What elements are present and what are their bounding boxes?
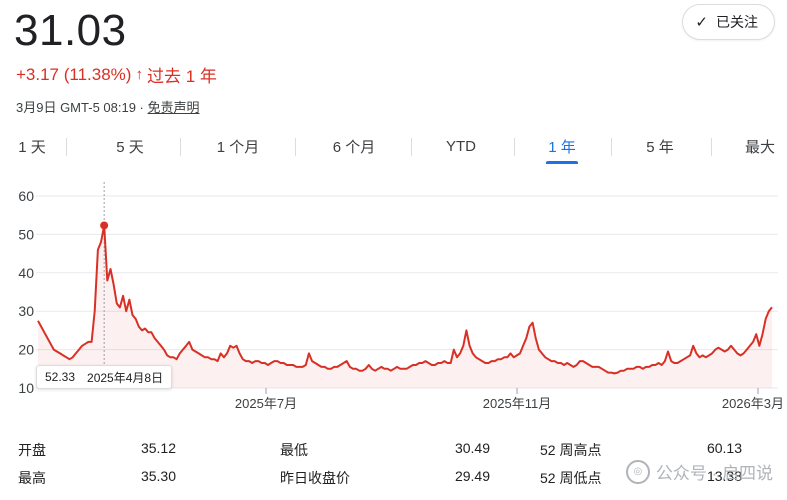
change-period: 过去 1 年 bbox=[146, 67, 217, 86]
stat-52w-high-label: 52 周高点 bbox=[540, 442, 602, 458]
tooltip-value: 52.33 bbox=[45, 370, 76, 384]
tooltip-date: 2025年4月8日 bbox=[87, 370, 164, 385]
x-tick-label: 2025年11月 bbox=[483, 396, 551, 411]
tab-divider bbox=[611, 138, 612, 156]
y-tick-label: 30 bbox=[18, 303, 34, 319]
stat-prev-close-label: 昨日收盘价 bbox=[280, 470, 350, 486]
disclaimer-link[interactable]: 免责声明 bbox=[148, 100, 200, 115]
y-axis: 60 50 40 30 20 10 bbox=[18, 188, 34, 396]
tab-divider bbox=[66, 138, 67, 156]
tab-1d[interactable]: 1 天 bbox=[8, 130, 56, 162]
change-value: +3.17 (11.38%) bbox=[16, 64, 132, 84]
chart-tooltip: 52.33 2025年4月8日 bbox=[36, 365, 173, 389]
tab-divider bbox=[180, 138, 181, 156]
stat-prev-close-value: 29.49 bbox=[454, 468, 490, 484]
tab-1y[interactable]: 1 年 bbox=[546, 130, 578, 164]
x-tick-label: 2026年3月 bbox=[722, 396, 784, 411]
x-tick-label: 2025年7月 bbox=[235, 396, 297, 411]
stat-open-label: 开盘 bbox=[18, 442, 46, 458]
stat-low-label: 最低 bbox=[280, 442, 308, 458]
wechat-icon: ◎ bbox=[625, 459, 650, 484]
watermark-text: 公众号 · 启四说 bbox=[655, 464, 773, 483]
hover-point bbox=[100, 221, 109, 230]
tab-divider bbox=[295, 138, 296, 156]
quote-meta: 3月9日 GMT-5 08:19 · 免责声明 bbox=[16, 97, 200, 116]
y-tick-label: 50 bbox=[18, 226, 34, 242]
y-tick-label: 40 bbox=[18, 265, 34, 281]
tab-max[interactable]: 最大 bbox=[738, 130, 782, 162]
price-change: +3.17 (11.38%) ↑ 过去 1 年 bbox=[16, 62, 217, 87]
follow-button-label: 已关注 bbox=[716, 14, 758, 30]
follow-button[interactable]: ✓ 已关注 bbox=[682, 4, 775, 40]
tab-divider bbox=[711, 138, 712, 156]
tab-6m[interactable]: 6 个月 bbox=[322, 130, 386, 162]
stat-52w-high-value: 60.13 bbox=[706, 440, 742, 456]
stock-price: 31.03 bbox=[14, 6, 127, 55]
check-icon: ✓ bbox=[695, 14, 708, 31]
watermark: ◎ 公众号 · 启四说 bbox=[625, 459, 773, 484]
tab-5d[interactable]: 5 天 bbox=[104, 130, 156, 162]
tab-divider bbox=[514, 138, 515, 156]
arrow-up-icon: ↑ bbox=[135, 66, 143, 83]
tab-divider bbox=[411, 138, 412, 156]
stat-52w-low-label: 52 周低点 bbox=[540, 470, 602, 486]
y-tick-label: 10 bbox=[18, 380, 34, 396]
stat-open-value: 35.12 bbox=[140, 440, 176, 456]
y-tick-label: 60 bbox=[18, 188, 34, 204]
range-tabs: 1 天 5 天 1 个月 6 个月 YTD 1 年 5 年 最大 bbox=[0, 130, 787, 164]
tab-5y[interactable]: 5 年 bbox=[636, 130, 684, 162]
tab-ytd[interactable]: YTD bbox=[436, 130, 486, 162]
stat-low-value: 30.49 bbox=[454, 440, 490, 456]
tab-1m[interactable]: 1 个月 bbox=[206, 130, 270, 162]
stat-high-label: 最高 bbox=[18, 470, 46, 486]
quote-timestamp: 3月9日 GMT-5 08:19 · bbox=[16, 100, 148, 115]
x-axis: 2025年7月 2025年11月 2026年3月 bbox=[235, 388, 784, 411]
stat-high-value: 35.30 bbox=[140, 468, 176, 484]
y-tick-label: 20 bbox=[18, 342, 34, 358]
